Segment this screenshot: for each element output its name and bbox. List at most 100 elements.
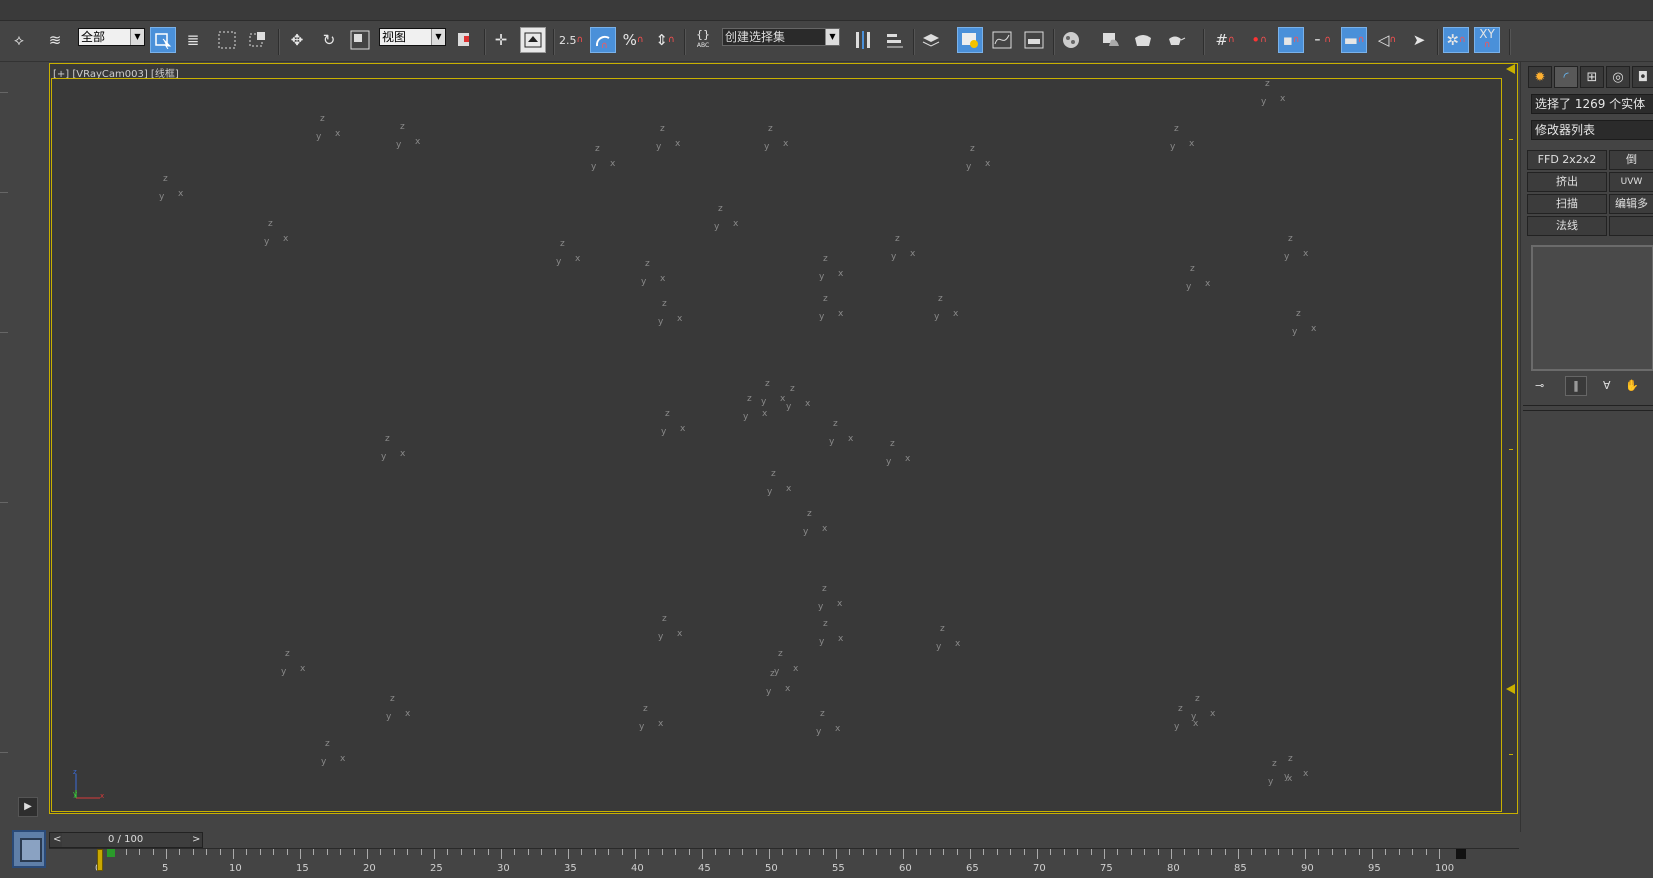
angle-snap-icon[interactable]: ∩ <box>590 27 616 53</box>
make-unique-icon[interactable]: ∀ <box>1603 379 1623 395</box>
modifier-button-chamfer[interactable]: 倒 <box>1609 150 1653 170</box>
move-icon[interactable]: ✥ <box>284 27 310 53</box>
time-slider-thumb[interactable]: 0 / 100 <box>62 833 190 847</box>
gizmo-axis-letter: y <box>819 312 825 322</box>
named-selection-dropdown[interactable]: 创建选择集 ▼ <box>722 28 840 46</box>
rotate-icon[interactable]: ↻ <box>316 27 342 53</box>
ruler-tick <box>1211 849 1213 855</box>
modifier-list-dropdown[interactable]: 修改器列表 <box>1531 120 1653 140</box>
scene-explorer-icon[interactable] <box>957 27 983 53</box>
select-manipulate-icon[interactable]: ✛ <box>488 27 514 53</box>
camera-viewport[interactable]: [+] [VRayCam003] [线框] zyxzyxzyxzyxzyxzyx… <box>49 63 1518 814</box>
ruler-label: 100 <box>1435 863 1455 874</box>
axis-constraint-xy-button[interactable]: XY ∩ <box>1474 27 1500 53</box>
motion-tab-icon[interactable]: ◎ <box>1606 66 1630 88</box>
reference-coordinate-dropdown[interactable]: 视图 ▼ <box>379 28 446 46</box>
spinner-snap-icon[interactable]: ⇕ ∩ <box>652 27 678 53</box>
selection-info-field[interactable]: 选择了 1269 个实体 <box>1531 94 1653 114</box>
chevron-down-icon: ▼ <box>130 29 144 45</box>
gizmo-axis-letter: x <box>335 129 341 139</box>
rectangular-selection-icon[interactable] <box>214 27 240 53</box>
ruler-label: 55 <box>832 863 845 874</box>
gizmo-axis-letter: x <box>835 724 841 734</box>
time-slider-prev-button[interactable]: < <box>53 834 61 845</box>
ruler-label: 75 <box>1100 863 1113 874</box>
time-slider-next-button[interactable]: > <box>192 834 200 845</box>
ruler-tick <box>1358 849 1360 855</box>
modifier-button-edit-poly[interactable]: 编辑多 <box>1609 194 1653 214</box>
play-script-button[interactable]: ▶ <box>18 797 38 817</box>
remove-modifier-icon[interactable]: ✋ <box>1625 379 1645 395</box>
toolbar-separator <box>913 29 915 55</box>
ruler-tick <box>916 849 918 855</box>
magnet-icon: ∩ <box>576 35 584 45</box>
modifier-stack-list[interactable] <box>1531 245 1653 371</box>
show-end-result-icon[interactable]: ‖ <box>1565 376 1587 396</box>
rendered-frame-window-icon[interactable] <box>1130 27 1156 53</box>
select-object-icon[interactable] <box>150 27 176 53</box>
pivot-center-icon[interactable] <box>452 27 478 53</box>
display-tab-icon[interactable]: ◘ <box>1632 66 1653 88</box>
unlink-icon[interactable]: ⟡ <box>6 27 32 53</box>
vertex-snap-icon[interactable]: • ∩ <box>1246 27 1272 53</box>
modifier-button-uvw[interactable]: UVW <box>1609 172 1653 192</box>
track-bar[interactable]: 0510152025303540455055606570758085909510… <box>49 848 1519 878</box>
max-listener-button[interactable] <box>12 830 46 868</box>
time-slider[interactable]: < 0 / 100 > <box>49 832 203 848</box>
hierarchy-tab-icon[interactable]: ⊞ <box>1580 66 1604 88</box>
modifier-button-sweep[interactable]: 扫描 <box>1527 194 1607 214</box>
title-strip <box>0 0 1653 21</box>
gizmo-axis-letter: x <box>400 449 406 459</box>
align-icon[interactable] <box>882 27 908 53</box>
percent-snap-icon[interactable]: % ∩ <box>620 27 646 53</box>
svg-text:∩: ∩ <box>601 41 608 50</box>
gizmo-axis-letter: x <box>1210 709 1216 719</box>
gizmo-axis-letter: y <box>764 142 770 152</box>
snap-toggle-icon[interactable]: 2.5 ∩ <box>558 27 584 53</box>
strip-divider <box>0 192 8 193</box>
mirror-icon[interactable] <box>850 27 876 53</box>
gizmo-axis-letter: x <box>575 254 581 264</box>
ruler-tick <box>1264 849 1266 855</box>
render-teapot-icon[interactable] <box>1162 27 1188 53</box>
schematic-view-icon[interactable] <box>1021 27 1047 53</box>
gizmo-axis-letter: x <box>780 394 786 404</box>
edit-named-selection-icon[interactable]: {} ABC <box>690 27 716 53</box>
gizmo-axis-letter: z <box>1190 264 1195 274</box>
modifier-button-empty[interactable] <box>1609 216 1653 236</box>
select-by-name-icon[interactable]: ≣ <box>180 27 206 53</box>
grid-snap-icon[interactable]: # ∩ <box>1212 27 1238 53</box>
modify-tab-icon[interactable]: ◜ <box>1554 66 1578 88</box>
gizmo-axis-letter: x <box>793 664 799 674</box>
ruler-tick <box>943 849 945 855</box>
gizmo-axis-letter: x <box>783 139 789 149</box>
bind-spacewarp-icon[interactable]: ≋ <box>42 27 68 53</box>
modifier-button-normal[interactable]: 法线 <box>1527 216 1607 236</box>
toolbar-separator <box>1509 29 1511 55</box>
material-editor-icon[interactable] <box>1058 27 1084 53</box>
ruler-tick <box>541 849 543 855</box>
curve-editor-icon[interactable] <box>989 27 1015 53</box>
gizmo-axis-letter: z <box>1178 704 1183 714</box>
face-snap-icon[interactable]: ◁ ∩ <box>1374 27 1400 53</box>
modifier-button-ffd[interactable]: FFD 2x2x2 <box>1527 150 1607 170</box>
gizmo-axis-letter: y <box>786 402 792 412</box>
modifier-button-extrude[interactable]: 挤出 <box>1527 172 1607 192</box>
render-setup-icon[interactable] <box>1098 27 1124 53</box>
snap-options-icon[interactable]: ✲ ∩ <box>1443 27 1469 53</box>
perpendicular-snap-icon[interactable]: ➤ <box>1406 27 1432 53</box>
edge-snap-icon[interactable]: ▬ ∩ <box>1341 27 1367 53</box>
create-tab-icon[interactable]: ✹ <box>1528 66 1552 88</box>
endpoint-snap-icon[interactable]: ▪ ∩ <box>1278 27 1304 53</box>
midpoint-snap-icon[interactable]: ╴ ∩ <box>1310 27 1336 53</box>
gizmo-axis-letter: z <box>560 239 565 249</box>
gizmo-axis-letter: x <box>786 484 792 494</box>
keyboard-shortcut-override-icon[interactable] <box>520 27 546 53</box>
selection-filter-value: 全部 <box>81 30 106 44</box>
ruler-tick <box>795 849 797 855</box>
window-crossing-icon[interactable] <box>245 27 271 53</box>
pin-stack-icon[interactable]: ⊸ <box>1535 379 1555 395</box>
layer-manager-icon[interactable] <box>918 27 944 53</box>
scale-icon[interactable] <box>347 27 373 53</box>
selection-filter-dropdown[interactable]: 全部 ▼ <box>78 28 145 46</box>
